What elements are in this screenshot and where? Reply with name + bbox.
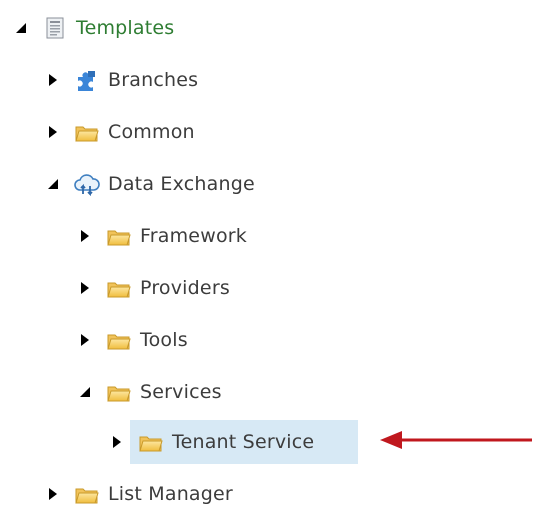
expand-arrow-icon[interactable]: [46, 125, 60, 139]
tree-item-data-exchange[interactable]: Data Exchange: [46, 166, 255, 202]
folder-icon: [106, 276, 132, 300]
tree-item-tenant-service[interactable]: Tenant Service: [110, 424, 314, 460]
tree-item-branches[interactable]: Branches: [46, 62, 198, 98]
tree-item-label: Framework: [140, 225, 247, 247]
collapse-arrow-icon[interactable]: [46, 177, 60, 191]
expand-arrow-icon[interactable]: [46, 487, 60, 501]
tree-item-framework[interactable]: Framework: [78, 218, 247, 254]
template-page-icon: [42, 16, 68, 40]
collapse-arrow-icon[interactable]: [14, 21, 28, 35]
content-tree: Templates Branches Common Data Exchange …: [0, 0, 534, 510]
folder-icon: [138, 430, 164, 454]
tree-item-label: Templates: [76, 17, 175, 39]
folder-icon: [106, 328, 132, 352]
puzzle-icon: [74, 68, 100, 92]
tree-item-providers[interactable]: Providers: [78, 270, 230, 306]
expand-arrow-icon[interactable]: [78, 333, 92, 347]
tree-item-label: Common: [108, 121, 195, 143]
tree-item-label: Tenant Service: [172, 431, 315, 453]
tree-item-label: Tools: [140, 329, 188, 351]
expand-arrow-icon[interactable]: [110, 435, 124, 449]
expand-arrow-icon[interactable]: [46, 73, 60, 87]
tree-item-list-manager[interactable]: List Manager: [46, 476, 233, 512]
collapse-arrow-icon[interactable]: [78, 385, 92, 399]
tree-item-common[interactable]: Common: [46, 114, 195, 150]
tree-item-label: List Manager: [108, 483, 233, 505]
expand-arrow-icon[interactable]: [78, 229, 92, 243]
tree-item-templates[interactable]: Templates: [14, 10, 174, 46]
tree-item-services[interactable]: Services: [78, 374, 222, 410]
folder-icon: [74, 120, 100, 144]
tree-item-tools[interactable]: Tools: [78, 322, 188, 358]
tree-item-label: Data Exchange: [108, 173, 255, 195]
cloud-exchange-icon: [74, 172, 100, 196]
tree-item-label: Services: [140, 381, 222, 403]
folder-icon: [106, 224, 132, 248]
tree-item-label: Branches: [108, 69, 199, 91]
tree-item-label: Providers: [140, 277, 230, 299]
red-pointer-arrow-icon: [380, 431, 532, 449]
folder-icon: [74, 482, 100, 506]
expand-arrow-icon[interactable]: [78, 281, 92, 295]
folder-icon: [106, 380, 132, 404]
